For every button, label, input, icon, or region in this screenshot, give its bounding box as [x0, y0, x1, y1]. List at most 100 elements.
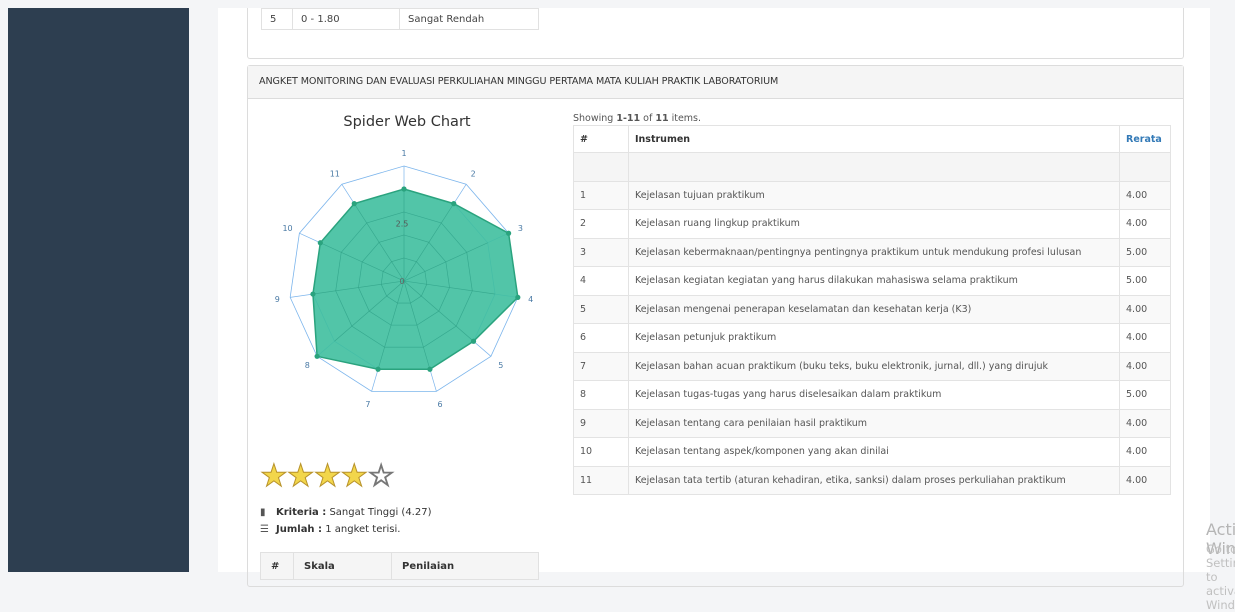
cell-rerata: 4.00: [1119, 465, 1171, 495]
panel-heading: ANGKET MONITORING DAN EVALUASI PERKULIAH…: [248, 66, 1183, 99]
table-header-row: # Skala Penilaian: [260, 552, 539, 580]
cell-instrumen: Kejelasan kebermaknaan/pentingnya pentin…: [628, 237, 1120, 267]
category-label: 6: [438, 400, 443, 409]
list-icon: ☰: [260, 524, 269, 535]
table-row: 7 Kejelasan bahan acuan praktikum (buku t…: [573, 351, 1171, 381]
category-label: 5: [498, 361, 503, 370]
filter-row: [573, 152, 1171, 182]
table-row: 10 Kejelasan tentang aspek/komponen yang …: [573, 437, 1171, 467]
col-header-no[interactable]: #: [573, 125, 629, 153]
data-point: [427, 366, 433, 372]
filter-cell: [628, 152, 1120, 182]
table-row: 5 0 - 1.80 Sangat Rendah: [261, 8, 539, 30]
cell-instrumen: Kejelasan tata tertib (aturan kehadiran,…: [628, 465, 1120, 495]
cell-instrumen: Kejelasan tugas-tugas yang harus diseles…: [628, 380, 1120, 410]
cell-no: 8: [573, 380, 629, 410]
table-row: 3 Kejelasan kebermaknaan/pentingnya penti…: [573, 237, 1171, 267]
data-point: [375, 366, 381, 372]
book-icon: ▮: [260, 507, 266, 518]
col-header-no[interactable]: #: [260, 552, 294, 580]
data-point: [314, 353, 320, 359]
scale-label: Sangat Rendah: [399, 8, 539, 30]
cell-no: 11: [573, 465, 629, 495]
star-filled-icon: ★: [286, 458, 315, 494]
cell-instrumen: Kejelasan mengenai penerapan keselamatan…: [628, 294, 1120, 324]
category-label: 11: [330, 169, 340, 178]
cell-rerata: 4.00: [1119, 209, 1171, 239]
col-header-skala[interactable]: Skala: [293, 552, 392, 580]
cell-rerata: 4.00: [1119, 351, 1171, 381]
table-row: 8 Kejelasan tugas-tugas yang harus disele…: [573, 380, 1171, 410]
cell-instrumen: Kejelasan tentang aspek/komponen yang ak…: [628, 437, 1120, 467]
showing-range: 1-11: [616, 113, 641, 124]
table-row: 4 Kejelasan kegiatan kegiatan yang harus …: [573, 266, 1171, 296]
evaluation-panel: ANGKET MONITORING DAN EVALUASI PERKULIAH…: [247, 65, 1184, 587]
cell-rerata: 4.00: [1119, 408, 1171, 438]
data-point: [351, 201, 357, 207]
data-point: [515, 294, 521, 300]
kriteria-line: ▮ Kriteria : Sangat Tinggi (4.27): [260, 507, 431, 518]
data-point: [451, 201, 457, 207]
showing-prefix: Showing: [573, 113, 617, 124]
cell-rerata: 5.00: [1119, 380, 1171, 410]
showing-total: 11: [655, 113, 669, 124]
star-rating: ★★★★☆: [260, 458, 396, 494]
table-row: 2 Kejelasan ruang lingkup praktikum 4.00: [573, 209, 1171, 239]
scale-no: 5: [261, 8, 293, 30]
cell-no: 6: [573, 323, 629, 353]
cell-rerata: 4.00: [1119, 180, 1171, 210]
cell-rerata: 5.00: [1119, 266, 1171, 296]
table-row: 11 Kejelasan tata tertib (aturan kehadira…: [573, 465, 1171, 495]
cell-instrumen: Kejelasan tentang cara penilaian hasil p…: [628, 408, 1120, 438]
star-empty-icon: ☆: [367, 458, 396, 494]
cell-instrumen: Kejelasan tujuan praktikum: [628, 180, 1120, 210]
instrument-table: # Instrumen Rerata 1 Kejelasan tujuan pra…: [573, 125, 1171, 495]
cell-no: 3: [573, 237, 629, 267]
cell-instrumen: Kejelasan ruang lingkup praktikum: [628, 209, 1120, 239]
category-label: 2: [471, 169, 476, 178]
jumlah-line: ☰ Jumlah : 1 angket terisi.: [260, 524, 400, 535]
filter-cell: [1119, 152, 1171, 182]
cell-rerata: 4.00: [1119, 294, 1171, 324]
instrument-table-body: 1 Kejelasan tujuan praktikum 4.00 2 Kejelasa…: [573, 180, 1171, 495]
sidebar: [8, 8, 189, 572]
summary-table: # Skala Penilaian: [260, 552, 539, 580]
kriteria-label: Kriteria :: [276, 507, 327, 518]
scale-legend-table: 5 0 - 1.80 Sangat Rendah: [261, 8, 539, 30]
category-label: 3: [518, 224, 523, 233]
star-filled-icon: ★: [313, 458, 342, 494]
category-label: 10: [282, 224, 292, 233]
tick-label: 2.5: [396, 220, 409, 229]
data-point: [506, 230, 512, 236]
col-header-penilaian[interactable]: Penilaian: [391, 552, 539, 580]
col-header-rerata-sort-link[interactable]: Rerata: [1119, 125, 1171, 153]
filter-cell: [573, 152, 629, 182]
cell-no: 10: [573, 437, 629, 467]
showing-mid: of: [640, 113, 656, 124]
spider-web-chart: 1 2 3 4 5 6 7 8 9 10 11 0 2.5: [275, 149, 533, 409]
cell-instrumen: Kejelasan petunjuk praktikum: [628, 323, 1120, 353]
table-header-row: # Instrumen Rerata: [573, 125, 1171, 153]
data-point: [470, 338, 477, 344]
category-label: 8: [305, 361, 310, 370]
category-label: 4: [528, 295, 533, 304]
cell-no: 5: [573, 294, 629, 324]
grid-summary: Showing 1-11 of 11 items.: [573, 113, 701, 124]
series-area: [312, 188, 519, 371]
cell-rerata: 4.00: [1119, 323, 1171, 353]
table-row: 9 Kejelasan tentang cara penilaian hasil …: [573, 408, 1171, 438]
col-header-instrumen[interactable]: Instrumen: [628, 125, 1120, 153]
cell-no: 4: [573, 266, 629, 296]
star-filled-icon: ★: [260, 458, 289, 494]
showing-suffix: items.: [668, 113, 702, 124]
cell-no: 9: [573, 408, 629, 438]
kriteria-value: Sangat Tinggi (4.27): [329, 507, 432, 518]
chart-title: Spider Web Chart: [343, 114, 471, 130]
table-row: 5 Kejelasan mengenai penerapan keselamata…: [573, 294, 1171, 324]
cell-no: 1: [573, 180, 629, 210]
main-content: 5 0 - 1.80 Sangat Rendah ANGKET MONITORI…: [218, 8, 1235, 612]
cell-instrumen: Kejelasan kegiatan kegiatan yang harus d…: [628, 266, 1120, 296]
data-point: [310, 291, 316, 297]
data-point: [401, 186, 407, 192]
table-row: 6 Kejelasan petunjuk praktikum 4.00: [573, 323, 1171, 353]
